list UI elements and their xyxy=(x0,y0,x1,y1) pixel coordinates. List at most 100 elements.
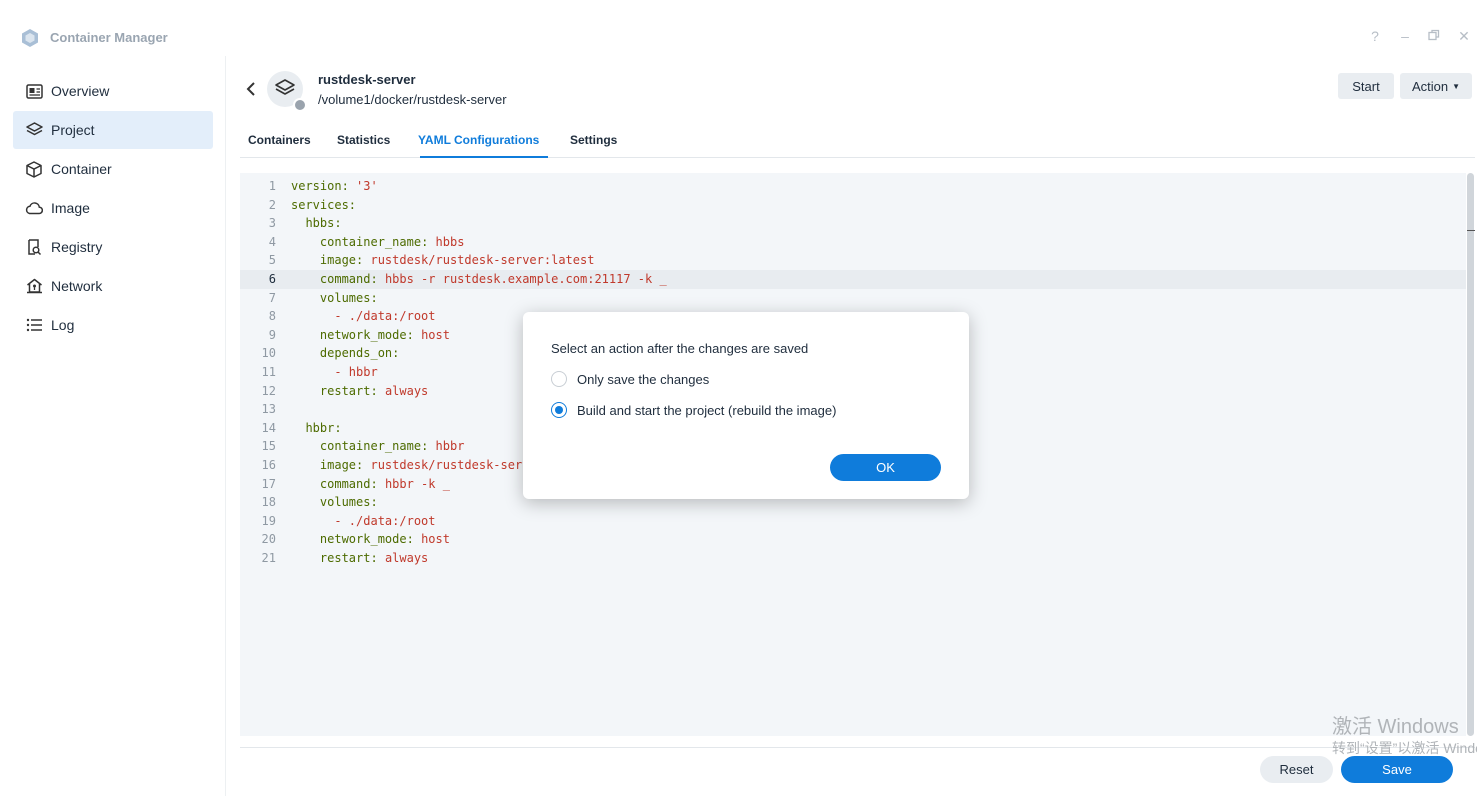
sidebar-item-container[interactable]: Container xyxy=(13,150,213,188)
yaml-key: container_name xyxy=(319,234,422,249)
activation-watermark-subtitle: 转到“设置”以激活 Windows。 xyxy=(1332,740,1477,756)
line-number: 8 xyxy=(268,309,276,324)
tab-containers[interactable]: Containers xyxy=(248,133,311,147)
yaml-value: hbbr -k _ xyxy=(384,476,450,491)
option-build-and-start[interactable]: Build and start the project (rebuild the… xyxy=(551,400,836,420)
yaml-key: restart xyxy=(319,383,371,398)
line-number: 12 xyxy=(261,383,276,398)
radio-button[interactable] xyxy=(551,371,567,387)
scroll-marker xyxy=(1467,230,1475,231)
code-line[interactable]: 5 image: rustdesk/rustdesk-server:latest xyxy=(240,251,1466,270)
code-text: volumes: xyxy=(291,289,378,308)
yaml-value: hbbs -r rustdesk.example.com:21117 -k _ xyxy=(384,272,667,286)
sidebar-item-label: Project xyxy=(51,122,95,138)
line-number: 20 xyxy=(261,532,276,547)
restore-icon[interactable] xyxy=(1425,28,1443,44)
footer-divider xyxy=(240,747,1475,748)
sidebar-item-overview[interactable]: Overview xyxy=(13,72,213,110)
code-line[interactable]: 21 restart: always xyxy=(240,549,1466,568)
editor-scrollbar[interactable] xyxy=(1467,173,1475,736)
caret-down-icon: ▼ xyxy=(1452,81,1461,91)
option-label: Only save the changes xyxy=(577,371,710,387)
yaml-key: volumes xyxy=(319,290,371,305)
minimize-icon[interactable]: – xyxy=(1396,28,1414,44)
sidebar-item-log[interactable]: Log xyxy=(13,306,213,344)
sidebar-item-image[interactable]: Image xyxy=(13,189,213,227)
line-number: 1 xyxy=(268,179,276,193)
code-line[interactable]: 1 version: '3' xyxy=(240,177,1466,196)
sidebar-item-label: Log xyxy=(51,317,75,333)
yaml-colon: : xyxy=(370,290,378,305)
yaml-key: version xyxy=(291,179,342,193)
yaml-colon: : xyxy=(356,458,371,472)
code-line[interactable]: 6 command: hbbs -r rustdesk.example.com:… xyxy=(240,270,1466,289)
tab-yaml-configurations[interactable]: YAML Configurations xyxy=(418,133,539,147)
overview-icon xyxy=(25,82,43,100)
code-line[interactable]: 19 - ./data:/root xyxy=(240,512,1466,531)
code-text: command: hbbs -r rustdesk.example.com:21… xyxy=(291,270,667,289)
radio-dot xyxy=(555,406,563,414)
yaml-value: rustdesk/rustdesk-server:latest xyxy=(370,253,595,268)
reset-button[interactable]: Reset xyxy=(1260,756,1333,783)
yaml-key: network_mode xyxy=(319,327,407,342)
code-text: volumes: xyxy=(291,493,378,512)
container-cube-icon xyxy=(25,160,43,178)
start-button[interactable]: Start xyxy=(1338,73,1394,99)
yaml-colon: : xyxy=(341,179,357,193)
line-number: 15 xyxy=(261,439,276,454)
yaml-colon: : xyxy=(348,197,357,212)
option-only-save[interactable]: Only save the changes xyxy=(551,369,709,389)
code-text: - hbbr xyxy=(291,363,378,382)
code-text: restart: always xyxy=(291,549,428,568)
action-label: Action xyxy=(1411,78,1449,94)
line-number: 4 xyxy=(268,234,276,249)
code-line[interactable]: 20 network_mode: host xyxy=(240,530,1466,549)
yaml-colon: : xyxy=(370,272,385,286)
yaml-colon: : xyxy=(370,383,385,398)
sidebar-item-registry[interactable]: Registry xyxy=(13,228,213,266)
yaml-key: network_mode xyxy=(319,532,407,547)
code-line[interactable]: 2 services: xyxy=(240,196,1466,215)
action-dropdown-button[interactable]: Action ▼ xyxy=(1400,73,1472,99)
close-icon[interactable]: ✕ xyxy=(1455,28,1473,45)
code-line[interactable]: 4 container_name: hbbs xyxy=(240,233,1466,252)
radio-button-selected[interactable] xyxy=(551,402,567,418)
help-icon[interactable]: ? xyxy=(1366,28,1384,44)
code-text: container_name: hbbs xyxy=(291,233,465,252)
code-line[interactable]: 7 volumes: xyxy=(240,289,1466,308)
yaml-value: always xyxy=(384,551,429,565)
sidebar-item-network[interactable]: Network xyxy=(13,267,213,305)
tab-statistics[interactable]: Statistics xyxy=(337,133,390,147)
yaml-colon: : xyxy=(421,234,436,249)
save-button[interactable]: Save xyxy=(1341,756,1453,783)
back-chevron-icon[interactable] xyxy=(244,80,260,98)
sidebar-item-project[interactable]: Project xyxy=(13,111,213,149)
yaml-value: - hbbr xyxy=(334,365,378,379)
scrollbar-thumb[interactable] xyxy=(1467,173,1474,736)
code-line[interactable]: 3 hbbs: xyxy=(240,214,1466,233)
yaml-key: hbbr xyxy=(305,420,335,435)
tab-settings[interactable]: Settings xyxy=(570,133,617,147)
yaml-colon: : xyxy=(392,346,400,361)
ok-button[interactable]: OK xyxy=(830,454,941,481)
yaml-key: image xyxy=(319,458,357,472)
project-path: /volume1/docker/rustdesk-server xyxy=(318,92,507,107)
active-tab-indicator xyxy=(420,156,548,158)
option-label: Build and start the project (rebuild the… xyxy=(577,402,837,418)
code-text: hbbr: xyxy=(291,419,341,438)
line-number: 5 xyxy=(268,253,276,268)
yaml-key: command xyxy=(319,476,371,491)
code-text: network_mode: host xyxy=(291,530,450,549)
app-title: Container Manager xyxy=(50,30,168,45)
log-list-icon xyxy=(25,316,43,334)
yaml-value: hbbr xyxy=(435,439,465,454)
